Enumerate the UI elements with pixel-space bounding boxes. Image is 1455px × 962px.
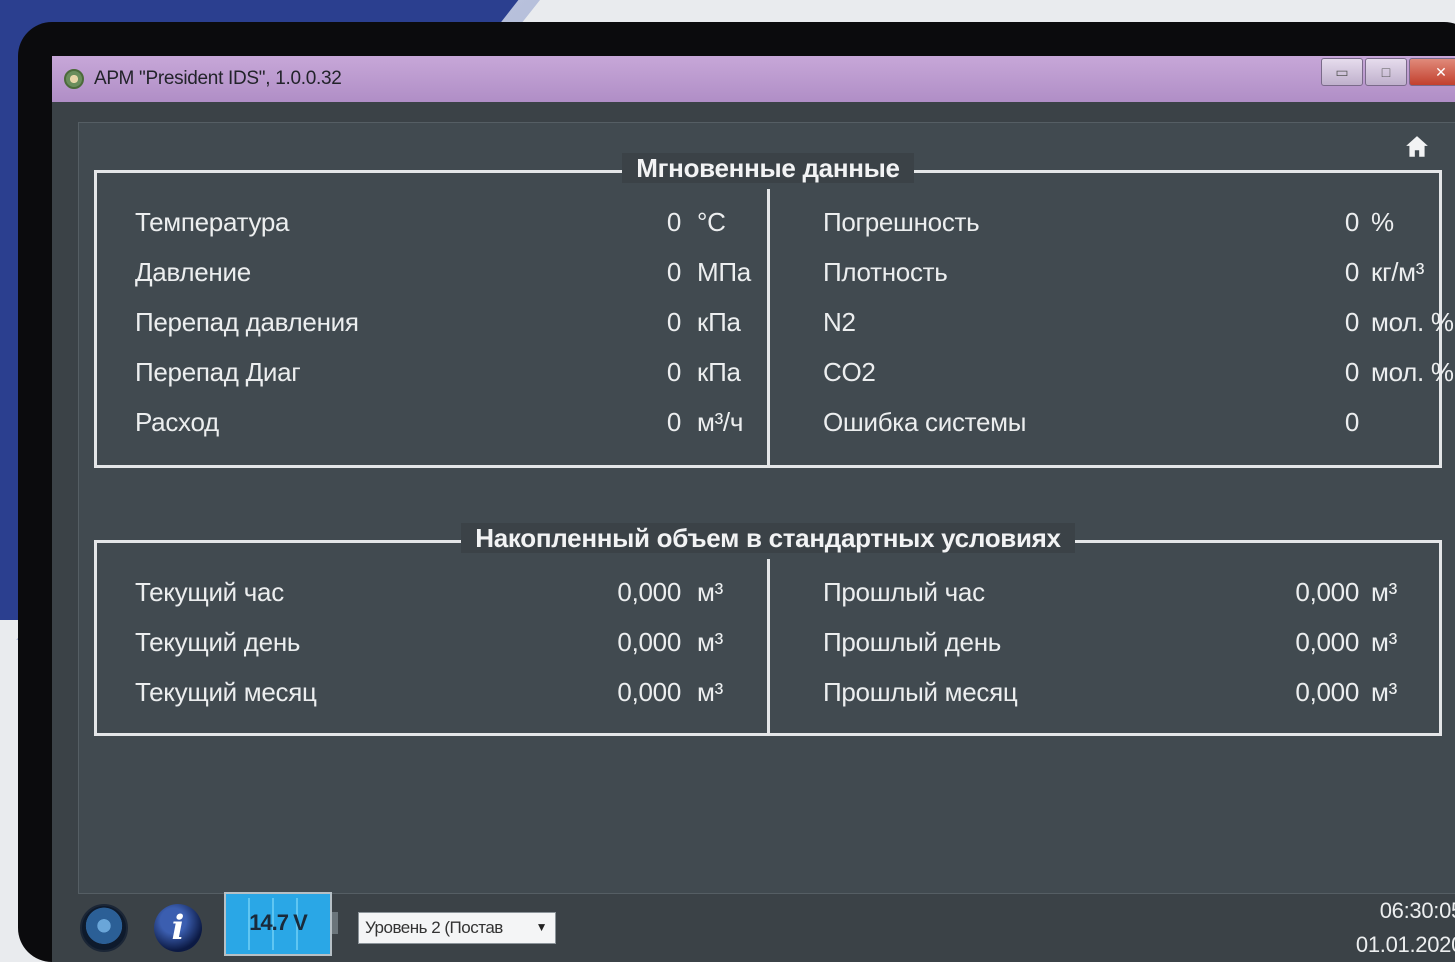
datetime: 06:30:05 01.01.2020 (1356, 894, 1455, 962)
instant-divider (767, 189, 770, 465)
field-unit: м³ (697, 627, 723, 657)
clock-date: 01.01.2020 (1355, 932, 1455, 957)
device-frame: АРМ "President IDS", 1.0.0.32 ▭ □ ✕ Мгно… (18, 22, 1455, 962)
accumulated-volume-title: Накопленный объем в стандартных условиях (461, 523, 1075, 553)
instant-left-row: Перепад Диаг 0 кПа (135, 357, 755, 397)
field-label: N2 (823, 307, 856, 337)
instant-right-row: N2 0 мол. % (823, 307, 1454, 347)
field-label: Прошлый день (823, 627, 1002, 657)
minimize-button[interactable]: ▭ (1321, 58, 1363, 86)
field-label: Плотность (823, 257, 948, 287)
field-unit: °C (697, 207, 726, 237)
field-label: Текущий день (135, 627, 301, 657)
accumulated-volume-group: Накопленный объем в стандартных условиях… (94, 523, 1442, 736)
field-value: 0,000 (617, 677, 681, 707)
app-window: АРМ "President IDS", 1.0.0.32 ▭ □ ✕ Мгно… (52, 56, 1455, 962)
accumulated-right-row: Прошлый день 0,000 м³ (823, 627, 1433, 667)
instant-right-row: Погрешность 0% (823, 207, 1433, 247)
chevron-down-icon: ▼ (535, 920, 548, 934)
field-unit: мол. % (1371, 357, 1454, 387)
access-level-select[interactable]: Уровень 2 (Постав ▼ (358, 912, 556, 944)
field-unit: м³ (1371, 627, 1397, 657)
window-controls: ▭ □ ✕ (1319, 58, 1455, 86)
battery-voltage: 14.7 V (249, 910, 308, 935)
field-value: 0 (666, 407, 681, 437)
close-button[interactable]: ✕ (1409, 58, 1455, 86)
field-unit: кПа (697, 307, 741, 337)
app-icon (64, 69, 84, 89)
maximize-button[interactable]: □ (1365, 58, 1407, 86)
field-value: 0 (1344, 357, 1359, 387)
field-value: 0 (1344, 207, 1359, 237)
field-unit: мол. % (1371, 307, 1454, 337)
window-title: АРМ "President IDS", 1.0.0.32 (94, 68, 342, 89)
field-label: Температура (135, 207, 290, 237)
field-label: Перепад давления (135, 307, 359, 337)
accumulated-right-row: Прошлый час 0,000 м³ (823, 577, 1433, 617)
field-value: 0,000 (1295, 627, 1359, 657)
battery-icon: 14.7 V (224, 892, 332, 956)
clock-time: 06:30:05 (1379, 898, 1455, 923)
instant-left-row: Давление 0 МПа (135, 257, 755, 297)
field-value: 0,000 (617, 627, 681, 657)
access-level-value: Уровень 2 (Постав (365, 918, 503, 937)
field-label: Прошлый час (823, 577, 985, 607)
status-bar: i 14.7 V Уровень 2 (Постав ▼ 06:30:05 01… (52, 892, 1455, 962)
field-label: Ошибка системы (823, 407, 1027, 437)
field-unit: м³/ч (697, 407, 744, 437)
field-unit: кПа (697, 357, 741, 387)
field-label: Текущий месяц (135, 677, 317, 707)
instant-right-row: Ошибка системы 0 (823, 407, 1433, 447)
field-unit: % (1371, 207, 1394, 237)
instant-left-row: Расход 0 м³/ч (135, 407, 755, 447)
field-unit: м³ (697, 577, 723, 607)
accumulated-left-row: Текущий день 0,000 м³ (135, 627, 755, 667)
field-label: CO2 (823, 357, 876, 387)
field-label: Погрешность (823, 207, 980, 237)
instant-right-row: Плотность 0 кг/м³ (823, 257, 1433, 297)
field-unit: м³ (697, 677, 723, 707)
instant-left-row: Температура 0 °C (135, 207, 755, 247)
field-value: 0 (666, 257, 681, 287)
field-value: 0,000 (1295, 677, 1359, 707)
field-value: 0 (666, 307, 681, 337)
instant-data-title: Мгновенные данные (622, 153, 914, 183)
instant-data-group: Мгновенные данные Температура 0 °C Давление… (94, 153, 1454, 468)
accumulated-divider (767, 559, 770, 733)
field-value: 0 (1344, 257, 1359, 287)
instant-right-row: CO2 0 мол. % (823, 357, 1454, 397)
field-label: Перепад Диаг (135, 357, 301, 387)
accumulated-right-row: Прошлый месяц 0,000 м³ (823, 677, 1433, 717)
field-label: Расход (135, 407, 219, 437)
field-value: 0,000 (617, 577, 681, 607)
field-value: 0 (666, 207, 681, 237)
compass-icon[interactable] (80, 904, 128, 952)
field-unit: кг/м³ (1371, 257, 1425, 287)
field-value: 0 (1344, 407, 1359, 437)
field-label: Прошлый месяц (823, 677, 1018, 707)
instant-left-row: Перепад давления 0 кПа (135, 307, 755, 347)
field-value: 0 (666, 357, 681, 387)
field-label: Текущий час (135, 577, 284, 607)
field-label: Давление (135, 257, 251, 287)
accumulated-left-row: Текущий час 0,000 м³ (135, 577, 755, 617)
title-bar: АРМ "President IDS", 1.0.0.32 ▭ □ ✕ (52, 56, 1455, 102)
field-value: 0 (1344, 307, 1359, 337)
field-unit: МПа (697, 257, 751, 287)
battery-tip (332, 912, 338, 934)
field-value: 0,000 (1295, 577, 1359, 607)
accumulated-left-row: Текущий месяц 0,000 м³ (135, 677, 755, 717)
info-icon[interactable]: i (154, 904, 202, 952)
field-unit: м³ (1371, 677, 1397, 707)
field-unit: м³ (1371, 577, 1397, 607)
